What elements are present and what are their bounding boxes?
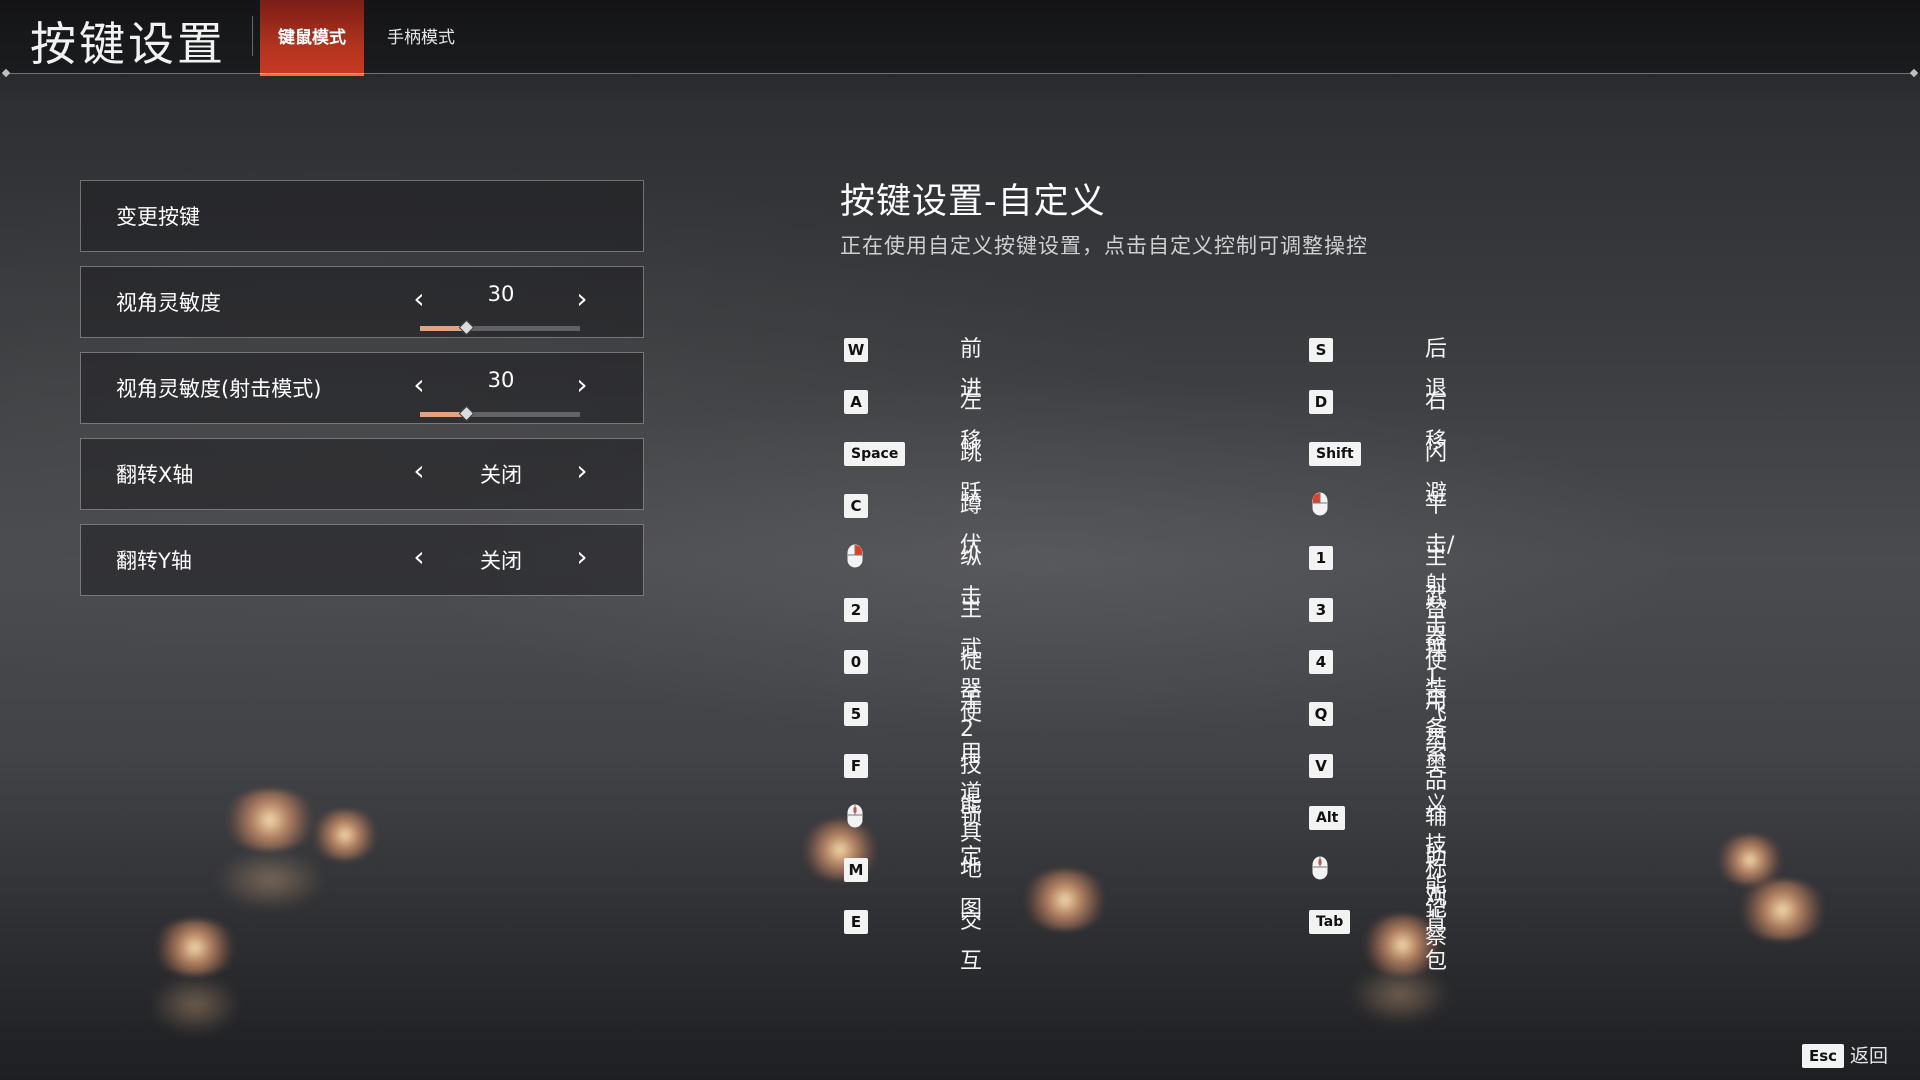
aim-sensitivity-slider[interactable] [420, 405, 580, 422]
chevron-right-icon[interactable]: › [567, 542, 597, 572]
lantern-glow [1735, 880, 1830, 940]
title-divider [252, 16, 253, 56]
lantern-glow [1715, 835, 1785, 885]
chevron-left-icon[interactable]: ‹ [404, 456, 434, 486]
lantern-glow [220, 790, 320, 850]
keycap: 0 [844, 650, 868, 674]
back-button[interactable]: 返回 [1850, 1042, 1888, 1070]
keycap: 1 [1309, 546, 1333, 570]
keycap: Space [844, 442, 906, 466]
keycap: 4 [1309, 650, 1333, 674]
lantern-glow [1020, 870, 1110, 930]
mouse-middle-icon [1311, 856, 1329, 880]
keycap: S [1309, 338, 1333, 362]
keycap: D [1309, 390, 1333, 414]
lantern-glow [310, 810, 380, 860]
mouse-middle-icon [846, 804, 864, 828]
page-title: 按键设置 [30, 17, 226, 71]
setting-label: 视角灵敏度(射击模式) [116, 377, 322, 401]
chevron-left-icon[interactable]: ‹ [404, 542, 434, 572]
lantern-glow [800, 820, 880, 880]
keycap: M [844, 858, 868, 882]
mouse-left-icon [1311, 492, 1329, 516]
sensitivity-slider[interactable] [420, 319, 580, 336]
top-bar: 按键设置 键鼠模式 手柄模式 [0, 0, 1920, 76]
chevron-left-icon[interactable]: ‹ [404, 370, 434, 400]
setting-value: 关闭 [480, 463, 522, 487]
keycap: 2 [844, 598, 868, 622]
keycap: W [844, 338, 868, 362]
chevron-right-icon[interactable]: › [567, 456, 597, 486]
tab-gamepad[interactable]: 手柄模式 [376, 0, 466, 76]
setting-value: 30 [487, 368, 515, 392]
keycap: A [844, 390, 868, 414]
setting-label: 翻转X轴 [116, 463, 194, 487]
chevron-right-icon[interactable]: › [567, 370, 597, 400]
section-title: 按键设置-自定义 [840, 182, 1106, 222]
keycap: F [844, 754, 868, 778]
chevron-right-icon[interactable]: › [567, 284, 597, 314]
setting-value: 30 [487, 282, 515, 306]
keycap: C [844, 494, 868, 518]
section-subtitle: 正在使用自定义按键设置，点击自定义控制可调整操控 [840, 234, 1368, 258]
setting-label: 翻转Y轴 [116, 549, 192, 573]
lantern-glow [150, 920, 240, 975]
aim-sensitivity-row: 视角灵敏度(射击模式) ‹ 30 › [80, 352, 644, 424]
setting-label: 视角灵敏度 [116, 291, 221, 315]
keycap: Q [1309, 702, 1333, 726]
lantern-reflection [150, 975, 240, 1035]
keycap: E [844, 910, 868, 934]
setting-label: 变更按键 [116, 205, 200, 229]
slider-handle[interactable] [459, 405, 475, 422]
keycap: 3 [1309, 598, 1333, 622]
header-divider [6, 73, 1914, 74]
chevron-left-icon[interactable]: ‹ [404, 284, 434, 314]
tab-keyboard-mouse[interactable]: 键鼠模式 [260, 0, 364, 76]
change-keys-button[interactable]: 变更按键 [80, 180, 644, 252]
keycap: Tab [1309, 910, 1351, 934]
keybind-action-label: 背包 [1425, 909, 1448, 974]
setting-value: 关闭 [480, 549, 522, 573]
keycap: 5 [844, 702, 868, 726]
camera-sensitivity-row: 视角灵敏度 ‹ 30 › [80, 266, 644, 338]
mouse-right-icon [846, 544, 864, 568]
slider-handle[interactable] [459, 319, 475, 336]
keycap: Shift [1309, 442, 1361, 466]
keybind-action-label: 交互 [960, 909, 983, 974]
keycap: V [1309, 754, 1333, 778]
invert-x-row: 翻转X轴 ‹ 关闭 › [80, 438, 644, 510]
invert-y-row: 翻转Y轴 ‹ 关闭 › [80, 524, 644, 596]
keycap: Alt [1309, 806, 1346, 830]
lantern-reflection [215, 850, 325, 910]
esc-keycap[interactable]: Esc [1802, 1044, 1845, 1068]
